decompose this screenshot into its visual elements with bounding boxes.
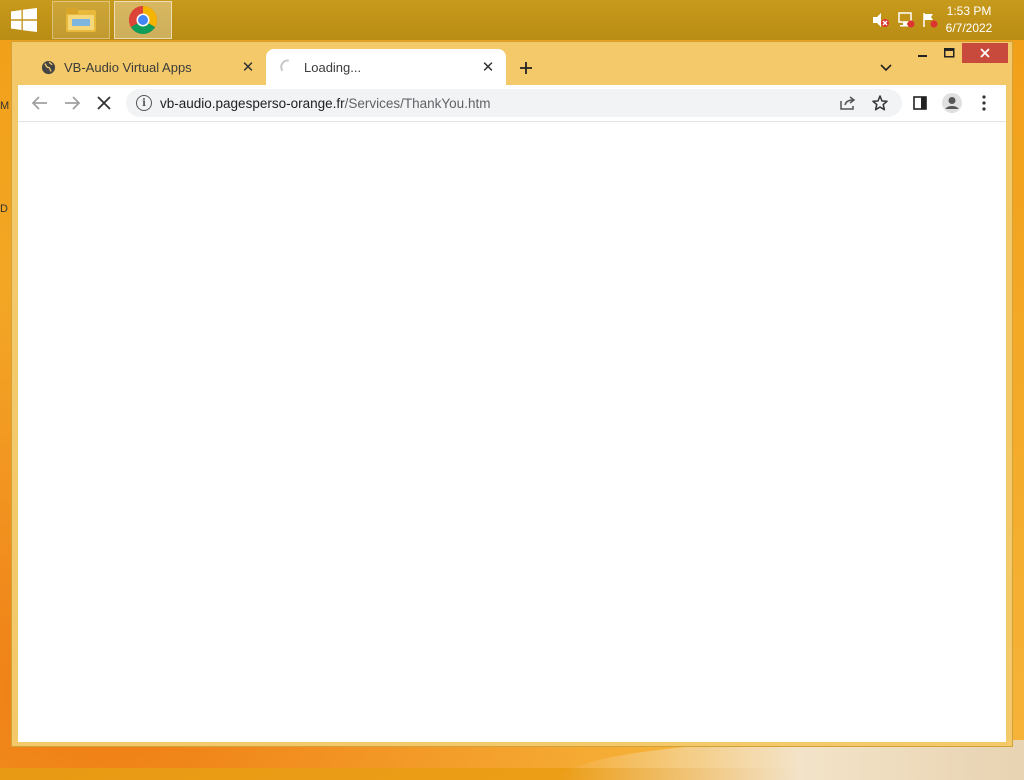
clock-time: 1:53 PM <box>946 4 992 18</box>
tab-loading[interactable]: Loading... ✕ <box>266 49 506 85</box>
tab-vb-audio[interactable]: VB-Audio Virtual Apps ✕ <box>26 49 266 85</box>
menu-button[interactable] <box>972 91 996 115</box>
new-tab-button[interactable] <box>514 56 538 80</box>
plus-icon <box>520 62 532 74</box>
taskbar: 1:53 PM 6/7/2022 <box>0 0 1024 40</box>
taskbar-file-explorer-button[interactable] <box>52 1 110 39</box>
url-path: /Services/ThankYou.htm <box>344 95 491 111</box>
side-panel-icon <box>913 96 927 110</box>
tab-title: Loading... <box>304 59 362 75</box>
page-content-blank <box>18 122 1006 742</box>
start-button[interactable] <box>8 6 40 34</box>
globe-icon <box>40 59 56 75</box>
forward-button[interactable] <box>60 91 84 115</box>
share-icon <box>840 96 856 110</box>
star-icon <box>872 95 888 111</box>
bookmark-button[interactable] <box>868 91 892 115</box>
maximize-button[interactable] <box>938 43 960 63</box>
windows-logo-icon <box>11 8 37 32</box>
tab-close-icon[interactable]: ✕ <box>238 57 258 77</box>
close-icon <box>980 48 990 58</box>
share-button[interactable] <box>836 91 860 115</box>
tab-title: VB-Audio Virtual Apps <box>64 59 192 75</box>
tab-close-icon[interactable]: ✕ <box>478 57 498 77</box>
chevron-down-icon <box>880 64 892 72</box>
back-button[interactable] <box>28 91 52 115</box>
clock-date: 6/7/2022 <box>945 21 993 35</box>
minimize-icon <box>918 55 927 57</box>
browser-window: VB-Audio Virtual Apps ✕ Loading... ✕ i v… <box>11 41 1013 747</box>
profile-button[interactable] <box>940 91 964 115</box>
maximize-icon <box>943 48 954 58</box>
taskbar-chrome-button[interactable] <box>114 1 172 39</box>
chrome-logo-icon <box>129 6 157 34</box>
address-bar[interactable]: i vb-audio.pagesperso-orange.fr /Service… <box>126 89 902 117</box>
minimize-button[interactable] <box>912 43 934 63</box>
stop-loading-button[interactable] <box>92 91 116 115</box>
loading-spinner-icon <box>280 59 296 75</box>
close-window-button[interactable] <box>962 43 1008 63</box>
desktop-icon-label-m[interactable]: M <box>0 100 9 112</box>
forward-arrow-icon <box>65 96 80 110</box>
taskbar-clock[interactable]: 1:53 PM 6/7/2022 <box>934 3 1004 37</box>
desktop-icon-label-d[interactable]: D <box>0 203 8 215</box>
stop-x-icon <box>97 96 111 110</box>
back-arrow-icon <box>32 96 47 110</box>
avatar-icon <box>942 93 962 113</box>
browser-toolbar: i vb-audio.pagesperso-orange.fr /Service… <box>18 85 1006 122</box>
volume-muted-icon[interactable] <box>871 10 891 30</box>
url-host: vb-audio.pagesperso-orange.fr <box>160 95 345 111</box>
folder-icon <box>66 8 96 32</box>
network-icon[interactable] <box>896 10 916 30</box>
site-info-icon[interactable]: i <box>136 95 152 111</box>
side-panel-button[interactable] <box>908 91 932 115</box>
more-vertical-icon <box>982 95 986 111</box>
tab-search-button[interactable] <box>874 56 898 80</box>
